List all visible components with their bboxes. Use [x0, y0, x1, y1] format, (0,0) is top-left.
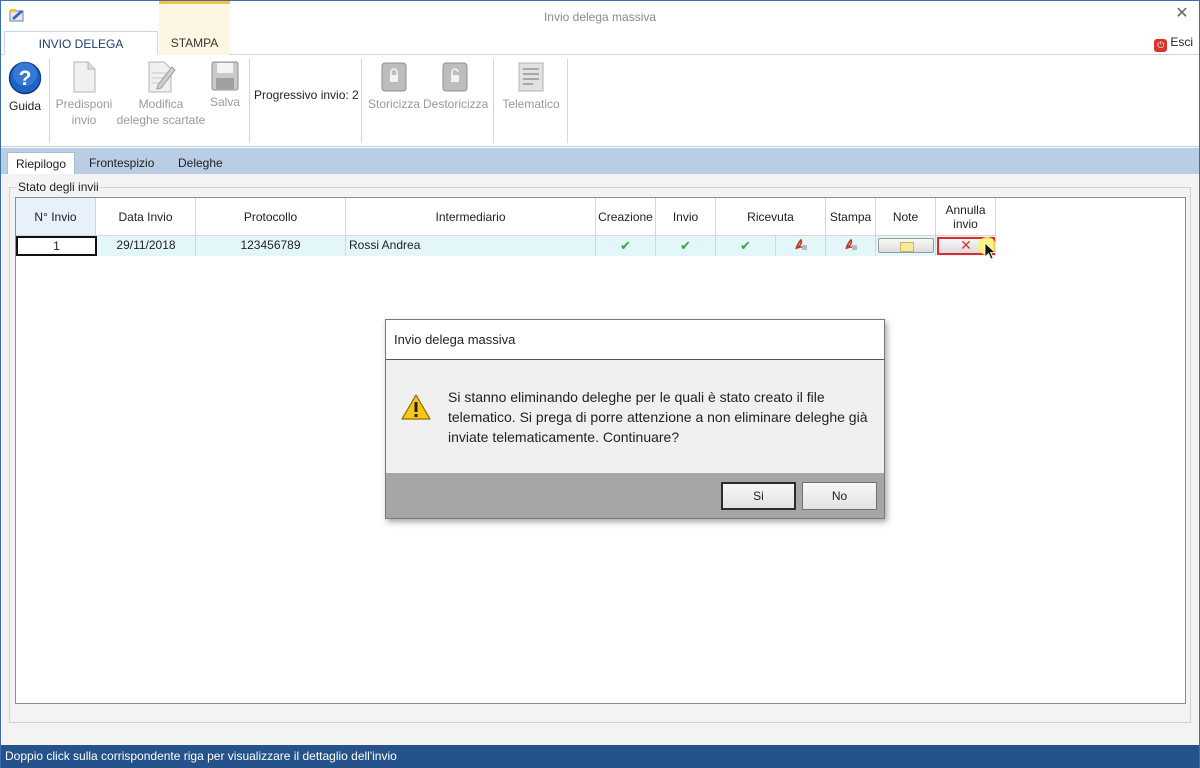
save-icon	[211, 61, 239, 91]
telematic-icon	[518, 62, 544, 92]
progressivo-invio: Progressivo invio: 2	[254, 88, 359, 102]
tab-frontespizio[interactable]: Frontespizio	[81, 152, 162, 174]
check-icon: ✔	[680, 238, 691, 253]
cell-stampa[interactable]	[826, 236, 876, 256]
header-annulla-line1: Annulla	[945, 202, 986, 217]
cell-ricevuta-status[interactable]: ✔	[716, 236, 776, 256]
warning-icon	[401, 394, 431, 420]
guida-label: Guida	[8, 99, 42, 113]
dialog-body: Si stanno eliminando deleghe per le qual…	[386, 361, 884, 473]
header-note[interactable]: Note	[876, 198, 936, 236]
mouse-cursor-icon	[978, 237, 997, 260]
close-icon[interactable]: ✕	[1173, 5, 1191, 23]
archive-unlock-icon	[442, 62, 468, 92]
pdf-icon[interactable]	[794, 239, 808, 251]
group-label: Stato degli invii	[17, 180, 100, 194]
guida-button[interactable]: ? Guida	[5, 61, 45, 114]
tab-stampa-label: STAMPA	[170, 36, 219, 50]
exit-label: Esci	[1170, 35, 1193, 49]
exit-button[interactable]: ⏻ Esci	[1154, 35, 1193, 52]
cell-protocollo[interactable]: 123456789	[196, 236, 346, 256]
storicizza-button[interactable]: Storicizza	[367, 61, 421, 112]
header-annulla-invio[interactable]: Annulla invio	[936, 198, 996, 236]
header-data-invio[interactable]: Data Invio	[96, 198, 196, 236]
telematico-label: Telematico	[502, 97, 560, 111]
archive-lock-icon	[381, 62, 407, 92]
help-icon: ?	[8, 61, 42, 95]
ribbon-separator	[249, 59, 250, 143]
yes-button[interactable]: Si	[721, 482, 796, 510]
status-bar: Doppio click sulla corrispondente riga p…	[1, 745, 1199, 768]
dialog-footer: Si No	[386, 473, 884, 518]
edit-document-icon	[148, 61, 176, 93]
header-annulla-line2: invio	[953, 216, 978, 231]
predisponi-invio-button[interactable]: Predisponi invio	[53, 61, 115, 128]
predisponi-label-1: Predisponi	[55, 97, 113, 111]
cell-creazione[interactable]: ✔	[596, 236, 656, 256]
header-protocollo[interactable]: Protocollo	[196, 198, 346, 236]
power-icon: ⏻	[1154, 39, 1168, 52]
cell-data-invio[interactable]: 29/11/2018	[97, 236, 196, 256]
tab-invio-delega-massiva[interactable]: INVIO DELEGA MASSIVA	[4, 31, 158, 75]
tab-deleghe[interactable]: Deleghe	[170, 152, 231, 174]
modifica-deleghe-scartate-button[interactable]: Modifica deleghe scartate	[115, 61, 207, 128]
dialog-message: Si stanno eliminando deleghe per le qual…	[448, 389, 868, 445]
modifica-label-1: Modifica	[138, 97, 184, 111]
salva-button[interactable]: Salva	[207, 61, 243, 110]
document-icon	[73, 61, 96, 93]
cell-intermediario[interactable]: Rossi Andrea	[346, 236, 596, 256]
destoricizza-button[interactable]: Destoricizza	[423, 61, 489, 112]
ribbon-separator	[49, 59, 50, 143]
ribbon-toolbar: ? Guida Predisponi invio Modifica delegh…	[1, 55, 1199, 147]
telematico-button[interactable]: Telematico	[499, 61, 563, 112]
pdf-icon[interactable]	[844, 239, 858, 251]
header-invio[interactable]: Invio	[656, 198, 716, 236]
svg-text:?: ?	[19, 67, 32, 90]
predisponi-label-2: invio	[71, 113, 97, 127]
cell-n-invio[interactable]: 1	[16, 236, 97, 256]
cell-note	[876, 236, 936, 256]
confirm-dialog: Invio delega massiva Si stanno eliminand…	[385, 319, 885, 519]
check-icon: ✔	[620, 238, 631, 253]
header-n-invio[interactable]: N° Invio	[16, 198, 96, 236]
ribbon-tabs: INVIO DELEGA MASSIVA STAMPA ⏻Esci	[1, 1, 1199, 75]
cell-ricevuta-pdf[interactable]	[776, 236, 826, 256]
main-window: Invio delega massiva ✕ INVIO DELEGA MASS…	[0, 0, 1200, 768]
cell-invio[interactable]: ✔	[656, 236, 716, 256]
ribbon-separator	[361, 59, 362, 143]
ribbon-separator	[567, 59, 568, 143]
salva-label: Salva	[209, 95, 241, 109]
modifica-label-2: deleghe scartate	[116, 113, 206, 127]
note-button[interactable]	[877, 238, 934, 253]
header-creazione[interactable]: Creazione	[596, 198, 656, 236]
ribbon-separator	[493, 59, 494, 143]
header-ricevuta[interactable]: Ricevuta	[716, 198, 826, 236]
no-button[interactable]: No	[802, 482, 877, 510]
content-tabs: Riepilogo Frontespizio Deleghe	[1, 148, 1199, 174]
storicizza-label: Storicizza	[367, 97, 420, 111]
dialog-title: Invio delega massiva	[386, 320, 884, 360]
header-intermediario[interactable]: Intermediario	[346, 198, 596, 236]
check-icon: ✔	[740, 238, 751, 253]
header-stampa[interactable]: Stampa	[826, 198, 876, 236]
tab-stampa[interactable]: STAMPA	[159, 1, 230, 55]
destoricizza-label: Destoricizza	[423, 97, 489, 111]
tab-riepilogo[interactable]: Riepilogo	[7, 152, 76, 174]
